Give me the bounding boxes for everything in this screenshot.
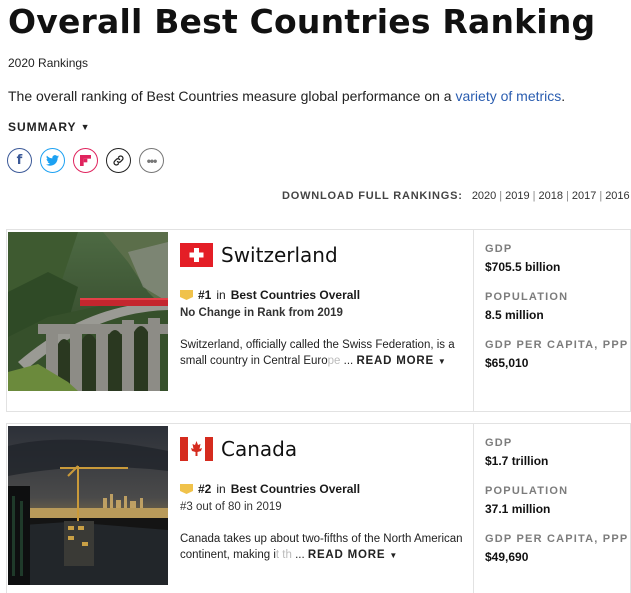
gdp-label: GDP — [485, 243, 513, 255]
switzerland-photo[interactable] — [8, 232, 168, 391]
chevron-down-icon: ▼ — [437, 357, 447, 366]
population-value: 37.1 million — [485, 502, 551, 516]
read-more-button[interactable]: READ MORE ▼ — [356, 355, 446, 367]
twitter-icon[interactable] — [40, 148, 65, 173]
rank-category: Best Countries Overall — [230, 288, 361, 302]
gdp-per-capita-value: $49,690 — [485, 550, 529, 564]
card-divider — [473, 424, 474, 593]
country-name[interactable]: Switzerland — [221, 243, 338, 267]
country-description: Canada takes up about two-fifths of the … — [180, 533, 463, 561]
variety-of-metrics-link[interactable]: variety of metrics — [455, 88, 561, 104]
more-icon[interactable]: ••• — [139, 148, 164, 173]
country-stats: GDP $1.7 trillion POPULATION 37.1 millio… — [485, 436, 630, 580]
intro-text: The overall ranking of Best Countries me… — [8, 88, 565, 104]
facebook-icon[interactable]: f — [7, 148, 32, 173]
download-label: DOWNLOAD FULL RANKINGS: — [282, 190, 463, 202]
rank-category: Best Countries Overall — [230, 482, 361, 496]
summary-label: SUMMARY — [8, 120, 77, 134]
gdp-per-capita-label: GDP PER CAPITA, PPP — [485, 533, 629, 545]
download-link-2017[interactable]: 2017 — [572, 190, 596, 202]
gdp-per-capita-label: GDP PER CAPITA, PPP — [485, 339, 629, 351]
share-bar: f ••• — [7, 148, 164, 173]
gdp-label: GDP — [485, 437, 513, 449]
intro-period: . — [561, 88, 566, 104]
rank-number: #2 — [198, 482, 212, 496]
read-more-button[interactable]: READ MORE ▼ — [308, 549, 398, 561]
download-link-2020[interactable]: 2020 — [472, 190, 496, 202]
population-label: POPULATION — [485, 291, 569, 303]
chevron-down-icon: ▼ — [80, 122, 91, 132]
rank-change: #3 out of 80 in 2019 — [180, 501, 282, 513]
country-card-switzerland: Switzerland #1 in Best Countries Overall… — [6, 229, 631, 412]
country-description: Switzerland, officially called the Swiss… — [180, 339, 455, 367]
canada-photo[interactable] — [8, 426, 168, 585]
link-icon[interactable] — [106, 148, 131, 173]
gdp-value: $705.5 billion — [485, 260, 561, 274]
download-link-2018[interactable]: 2018 — [539, 190, 563, 202]
canada-flag-icon — [180, 437, 213, 461]
summary-toggle[interactable]: SUMMARY ▼ — [8, 120, 90, 134]
rank-number: #1 — [198, 288, 212, 302]
card-divider — [473, 230, 474, 411]
medal-icon — [180, 484, 193, 494]
description-fade: pe — [327, 355, 341, 367]
country-stats: GDP $705.5 billion POPULATION 8.5 millio… — [485, 242, 630, 386]
country-card-canada: Canada #2 in Best Countries Overall #3 o… — [6, 423, 631, 593]
switzerland-flag-icon — [180, 243, 213, 267]
description-fade: t th — [275, 549, 292, 561]
download-link-2019[interactable]: 2019 — [505, 190, 529, 202]
flipboard-icon[interactable] — [73, 148, 98, 173]
medal-icon — [180, 290, 193, 300]
intro-body: The overall ranking of Best Countries me… — [8, 88, 456, 104]
gdp-value: $1.7 trillion — [485, 454, 549, 468]
chevron-down-icon: ▼ — [389, 551, 399, 560]
rank-in: in — [216, 288, 226, 302]
download-rankings: DOWNLOAD FULL RANKINGS: 2020 | 2019 | 2018 | 2… — [282, 190, 630, 202]
rank-line: #1 in Best Countries Overall — [180, 288, 470, 302]
country-name[interactable]: Canada — [221, 437, 297, 461]
rank-in: in — [216, 482, 226, 496]
gdp-per-capita-value: $65,010 — [485, 356, 529, 370]
rank-change: No Change in Rank from 2019 — [180, 307, 343, 319]
read-more-label: READ MORE — [356, 355, 434, 367]
read-more-label: READ MORE — [307, 549, 386, 561]
page-title: Overall Best Countries Ranking — [8, 2, 596, 41]
rankings-year: 2020 Rankings — [8, 56, 89, 70]
population-value: 8.5 million — [485, 308, 544, 322]
rank-line: #2 in Best Countries Overall — [180, 482, 470, 496]
download-link-2016[interactable]: 2016 — [605, 190, 629, 202]
population-label: POPULATION — [485, 485, 569, 497]
